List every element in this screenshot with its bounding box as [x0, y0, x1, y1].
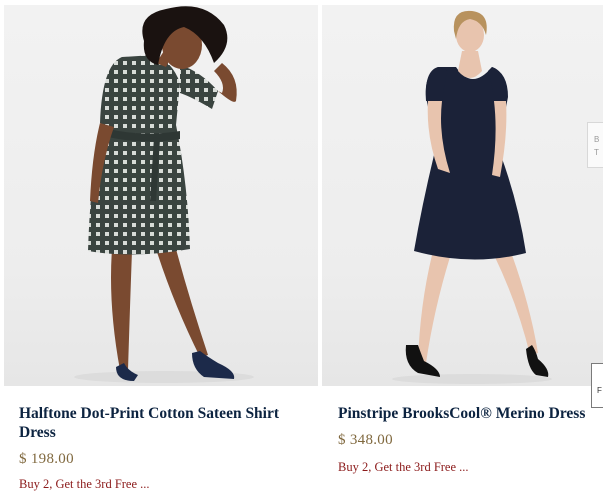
- side-tab-line: T: [594, 148, 599, 157]
- product-image[interactable]: [4, 5, 318, 386]
- product-price: $ 198.00: [19, 451, 74, 467]
- feedback-tab-label: F: [597, 386, 602, 395]
- promo-link[interactable]: Buy 2, Get the 3rd Free ...: [322, 460, 603, 475]
- product-card[interactable]: Halftone Dot-Print Cotton Sateen Shirt D…: [4, 5, 318, 492]
- side-tab[interactable]: B T: [587, 122, 603, 168]
- product-price: $ 348.00: [338, 432, 393, 448]
- dress-photo-halftone: [74, 6, 254, 383]
- feedback-tab[interactable]: F: [591, 363, 603, 408]
- promo-link[interactable]: Buy 2, Get the 3rd Free ...: [4, 477, 318, 492]
- side-tab-line: B: [594, 135, 600, 144]
- product-name-link[interactable]: Halftone Dot-Print Cotton Sateen Shirt D…: [4, 404, 318, 442]
- product-image[interactable]: B T: [322, 5, 603, 386]
- product-name-link[interactable]: Pinstripe BrooksCool® Merino Dress: [322, 404, 603, 423]
- product-card[interactable]: B T Pinstripe BrooksCool® Merino Dress $…: [322, 5, 603, 475]
- dress-photo-pinstripe: [392, 10, 552, 384]
